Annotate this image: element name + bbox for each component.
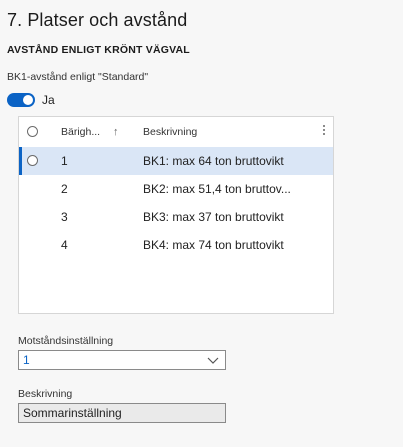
select-all-radio[interactable] [27, 126, 38, 137]
sort-ascending-icon: ↑ [113, 126, 119, 138]
toggle-value: Ja [42, 93, 55, 107]
row-select-radio[interactable] [27, 155, 38, 166]
bk1-toggle[interactable] [7, 93, 35, 107]
chevron-down-icon [207, 354, 219, 369]
bk1-field-label: BK1-avstånd enligt "Standard" [7, 71, 149, 83]
motstand-value: 1 [23, 353, 30, 367]
row-barighet: 1 [61, 154, 68, 168]
group-header: AVSTÅND ENLIGT KRÖNT VÄGVAL [7, 44, 190, 56]
toggle-knob [23, 95, 33, 105]
column-header-barighet[interactable]: Bärigh... ↑ [61, 126, 119, 138]
row-beskrivning: BK2: max 51,4 ton bruttov... [143, 182, 291, 196]
row-barighet: 2 [61, 182, 68, 196]
beskrivning-label: Beskrivning [18, 388, 73, 400]
beskrivning-field: Sommarinställning [18, 403, 226, 423]
grid-row-1[interactable]: 1 BK1: max 64 ton bruttovikt [19, 147, 333, 175]
beskrivning-value: Sommarinställning [23, 406, 122, 420]
motstand-select[interactable]: 1 [18, 350, 226, 370]
section-title: 7. Platser och avstånd [7, 10, 188, 30]
row-barighet: 4 [61, 238, 68, 252]
more-options-icon[interactable] [323, 125, 326, 136]
grid-header: Bärigh... ↑ Beskrivning [19, 117, 333, 147]
column-header-barighet-label: Bärigh... [61, 126, 101, 138]
motstand-label: Motståndsinställning [18, 335, 114, 347]
barighet-grid: Bärigh... ↑ Beskrivning 1 BK1: max 64 to… [18, 116, 334, 314]
column-header-beskrivning[interactable]: Beskrivning [143, 126, 197, 138]
row-barighet: 3 [61, 210, 68, 224]
grid-row-2[interactable]: 2 BK2: max 51,4 ton bruttov... [19, 175, 333, 203]
row-beskrivning: BK4: max 74 ton bruttovikt [143, 238, 284, 252]
row-beskrivning: BK1: max 64 ton bruttovikt [143, 154, 284, 168]
grid-row-3[interactable]: 3 BK3: max 37 ton bruttovikt [19, 203, 333, 231]
bk1-toggle-row: Ja [7, 91, 55, 109]
grid-row-4[interactable]: 4 BK4: max 74 ton bruttovikt [19, 231, 333, 259]
row-beskrivning: BK3: max 37 ton bruttovikt [143, 210, 284, 224]
